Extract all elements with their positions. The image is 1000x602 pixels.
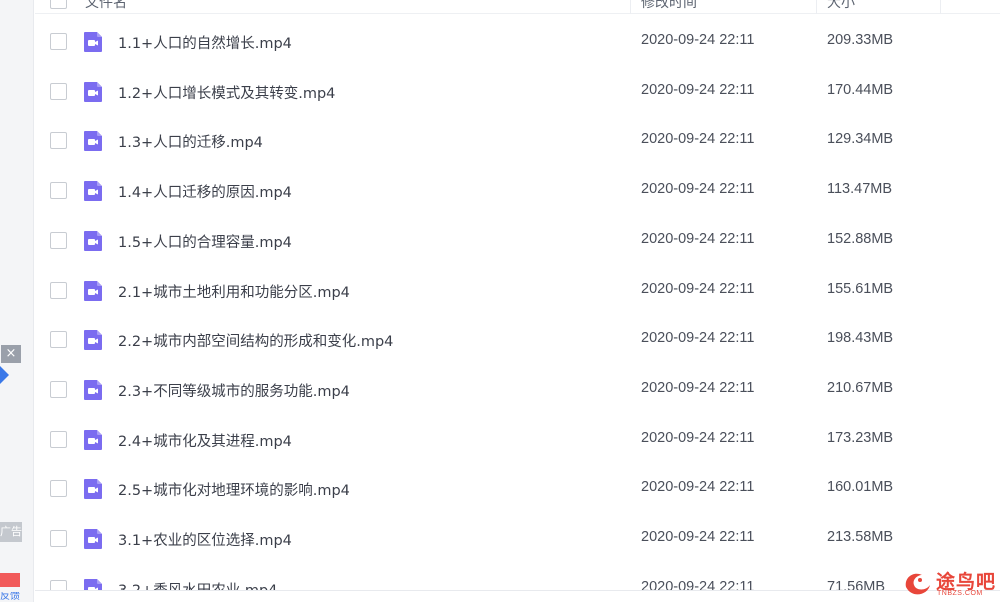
file-modified-time: 2020-09-24 22:11 [641,429,755,446]
file-row[interactable]: 1.3+人口的迁移.mp4 2020-09-24 22:11 129.34MB [35,116,1000,166]
file-row[interactable]: 2.2+城市内部空间结构的形成和变化.mp4 2020-09-24 22:11 19… [35,315,1000,365]
file-size: 170.44MB [827,81,894,98]
promo-badge[interactable] [0,573,20,587]
file-row[interactable]: 1.2+人口增长模式及其转变.mp4 2020-09-24 22:11 170.44… [35,67,1000,117]
file-size: 155.61MB [827,280,894,297]
video-file-icon[interactable] [82,180,104,202]
column-header-modified[interactable]: 修改时间 [641,0,697,12]
file-size: 129.34MB [827,131,894,148]
file-row[interactable]: 3.2+季风水田农业.mp4 2020-09-24 22:11 71.56MB [35,564,1000,590]
column-header-size[interactable]: 大小 [827,0,855,12]
file-size: 209.33MB [827,32,894,48]
video-file-icon[interactable] [82,81,104,103]
file-modified-time: 2020-09-24 22:11 [641,181,755,198]
file-size: 160.01MB [827,479,894,496]
file-name-link[interactable]: 3.1+农业的区位选择.mp4 [118,529,292,550]
file-row[interactable]: 2.5+城市化对地理环境的影响.mp4 2020-09-24 22:11 160.0… [35,464,1000,514]
file-row[interactable]: 3.1+农业的区位选择.mp4 2020-09-24 22:11 213.58MB [35,514,1000,564]
file-name-link[interactable]: 1.1+人口的自然增长.mp4 [118,32,292,53]
video-file-icon[interactable] [82,329,104,351]
row-checkbox[interactable] [50,579,67,590]
file-row[interactable]: 2.3+不同等级城市的服务功能.mp4 2020-09-24 22:11 210.6… [35,365,1000,415]
file-modified-time: 2020-09-24 22:11 [641,230,755,247]
file-row[interactable]: 1.5+人口的合理容量.mp4 2020-09-24 22:11 152.88MB [35,216,1000,266]
close-icon[interactable]: × [1,345,21,363]
video-file-icon[interactable] [82,280,104,302]
file-row[interactable]: 2.4+城市化及其进程.mp4 2020-09-24 22:11 173.23MB [35,415,1000,465]
file-size: 71.56MB [827,578,886,590]
video-file-icon[interactable] [82,429,104,451]
file-size: 210.67MB [827,379,894,396]
file-row[interactable]: 1.1+人口的自然增长.mp4 2020-09-24 22:11 209.33MB [35,17,1000,67]
file-name-link[interactable]: 2.2+城市内部空间结构的形成和变化.mp4 [118,330,393,351]
file-modified-time: 2020-09-24 22:11 [641,578,755,590]
file-modified-time: 2020-09-24 22:11 [641,529,755,545]
select-all-checkbox[interactable] [50,0,67,9]
video-file-icon[interactable] [82,528,104,550]
expand-arrow-icon[interactable] [0,366,9,384]
row-checkbox[interactable] [50,380,67,398]
file-name-link[interactable]: 3.2+季风水田农业.mp4 [118,579,277,590]
file-modified-time: 2020-09-24 22:11 [641,131,755,148]
video-file-icon[interactable] [82,130,104,152]
video-file-icon[interactable] [82,31,104,53]
file-name-link[interactable]: 2.3+不同等级城市的服务功能.mp4 [118,380,350,401]
left-sidebar-strip: × 广告 反馈 [0,0,34,602]
file-row[interactable]: 1.4+人口迁移的原因.mp4 2020-09-24 22:11 113.47MB [35,166,1000,216]
file-size: 113.47MB [827,181,893,198]
file-modified-time: 2020-09-24 22:11 [641,280,755,297]
row-checkbox[interactable] [50,82,67,100]
row-checkbox[interactable] [50,331,67,349]
horizontal-scrollbar[interactable] [35,590,1000,602]
bird-logo-icon [905,573,930,595]
file-list-header: 文件名 修改时间 大小 [35,0,1000,14]
row-checkbox[interactable] [50,430,67,448]
row-checkbox[interactable] [50,33,67,50]
file-name-link[interactable]: 2.1+城市土地利用和功能分区.mp4 [118,281,350,302]
file-modified-time: 2020-09-24 22:11 [641,32,755,48]
file-size: 198.43MB [827,330,894,347]
file-row[interactable]: 2.1+城市土地利用和功能分区.mp4 2020-09-24 22:11 155.6… [35,266,1000,316]
column-divider[interactable] [816,0,817,14]
row-checkbox[interactable] [50,530,67,547]
video-file-icon[interactable] [82,578,104,590]
file-name-link[interactable]: 1.5+人口的合理容量.mp4 [118,231,292,252]
column-header-name[interactable]: 文件名 [85,0,127,12]
file-name-link[interactable]: 1.4+人口迁移的原因.mp4 [118,181,292,202]
file-name-link[interactable]: 1.2+人口增长模式及其转变.mp4 [118,82,335,103]
file-list: 文件名 修改时间 大小 1.1+人口的自然增长.mp4 2020-09-24 22… [35,0,1000,590]
row-checkbox[interactable] [50,231,67,249]
file-name-link[interactable]: 2.5+城市化对地理环境的影响.mp4 [118,479,350,500]
file-modified-time: 2020-09-24 22:11 [641,479,755,496]
file-modified-time: 2020-09-24 22:11 [641,379,755,396]
file-size: 213.58MB [827,529,894,545]
file-name-link[interactable]: 2.4+城市化及其进程.mp4 [118,430,292,451]
row-checkbox[interactable] [50,132,67,150]
column-divider[interactable] [630,0,631,14]
file-modified-time: 2020-09-24 22:11 [641,81,755,98]
row-checkbox[interactable] [50,182,67,200]
video-file-icon[interactable] [82,230,104,252]
video-file-icon[interactable] [82,379,104,401]
row-checkbox[interactable] [50,480,67,498]
ad-badge[interactable]: 广告 [0,522,22,542]
file-size: 173.23MB [827,429,894,446]
watermark-logo: 途鸟吧 TNBZS.COM [900,565,1000,602]
file-size: 152.88MB [827,230,894,247]
feedback-link[interactable]: 反馈 [0,592,22,602]
file-name-link[interactable]: 1.3+人口的迁移.mp4 [118,131,263,152]
file-modified-time: 2020-09-24 22:11 [641,330,755,347]
video-file-icon[interactable] [82,478,104,500]
row-checkbox[interactable] [50,281,67,299]
column-divider[interactable] [940,0,941,14]
watermark-url: TNBZS.COM [937,590,983,597]
